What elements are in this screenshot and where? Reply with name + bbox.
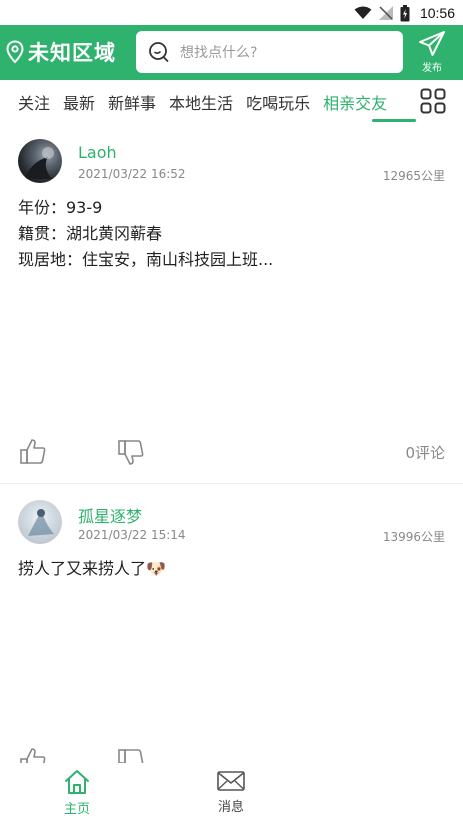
- clock: 10:56: [419, 5, 455, 21]
- search-input[interactable]: 想找点什么?: [136, 31, 403, 73]
- post-body: 年份：93-9 籍贯：湖北黄冈蕲春 现居地：住宝安，南山科技园上班...: [18, 195, 273, 273]
- avatar[interactable]: [18, 500, 62, 544]
- avatar-image: [28, 509, 54, 536]
- tab-fresh-news[interactable]: 新鲜事: [108, 90, 156, 114]
- grid-menu-icon[interactable]: [420, 88, 446, 114]
- bottom-navigation: 主页 消息: [0, 763, 463, 823]
- nav-home[interactable]: 主页: [47, 769, 107, 817]
- avatar[interactable]: [18, 139, 62, 183]
- tabs-fade: [388, 80, 418, 120]
- wifi-icon: [354, 6, 372, 19]
- status-bar: 10:56: [0, 0, 463, 25]
- nav-messages[interactable]: 消息: [201, 769, 261, 815]
- nav-messages-label: 消息: [217, 800, 244, 815]
- publish-label: 发布: [422, 63, 442, 74]
- app-header: 未知区域 想找点什么? 发布: [0, 25, 463, 80]
- post-date: 2021/03/22 16:52: [78, 167, 186, 181]
- post-date: 2021/03/22 15:14: [78, 528, 186, 542]
- category-tabs: 关注 最新 新鲜事 本地生活 吃喝玩乐 相亲交友: [0, 80, 463, 125]
- send-icon: [419, 31, 445, 56]
- post-line: 籍贯：湖北黄冈蕲春: [18, 224, 163, 243]
- like-icon[interactable]: [18, 746, 48, 763]
- post-username[interactable]: 孤星逐梦: [78, 503, 142, 527]
- post-line: 现居地：住宝安，南山科技园上班...: [18, 250, 274, 269]
- battery-icon: [400, 4, 410, 21]
- like-icon[interactable]: [18, 437, 48, 467]
- tab-dating[interactable]: 相亲交友: [323, 90, 387, 114]
- avatar-image: [24, 147, 54, 179]
- location-label: 未知区域: [28, 41, 116, 65]
- post-line: 年份：93-9: [18, 198, 103, 217]
- post-body: 捞人了又来捞人了🐶: [18, 556, 166, 582]
- dislike-icon[interactable]: [116, 437, 146, 467]
- dislike-icon[interactable]: [116, 746, 146, 763]
- location-selector[interactable]: 未知区域: [6, 37, 116, 67]
- home-icon: [65, 770, 89, 794]
- nav-home-label: 主页: [63, 802, 90, 817]
- search-placeholder: 想找点什么?: [180, 45, 258, 61]
- comment-count[interactable]: 0评论: [405, 442, 445, 463]
- signal-off-icon: [378, 6, 393, 20]
- tab-latest[interactable]: 最新: [63, 90, 95, 114]
- post-card[interactable]: Laoh 2021/03/22 16:52 12965公里 年份：93-9 籍贯…: [0, 125, 463, 483]
- post-distance: 12965公里: [382, 169, 445, 183]
- post-card[interactable]: 孤星逐梦 2021/03/22 15:14 13996公里 捞人了又来捞人了🐶: [0, 484, 463, 763]
- post-line: 捞人了又来捞人了🐶: [18, 559, 166, 578]
- tab-local-life[interactable]: 本地生活: [169, 90, 233, 114]
- location-pin-icon: [6, 40, 24, 64]
- search-icon: [149, 42, 169, 62]
- post-distance: 13996公里: [382, 530, 445, 544]
- active-tab-indicator: [372, 119, 416, 122]
- mail-icon: [217, 771, 245, 791]
- publish-button[interactable]: 发布: [410, 29, 454, 77]
- tab-following[interactable]: 关注: [18, 90, 50, 114]
- post-username[interactable]: Laoh: [78, 143, 117, 162]
- tab-food-fun[interactable]: 吃喝玩乐: [246, 90, 310, 114]
